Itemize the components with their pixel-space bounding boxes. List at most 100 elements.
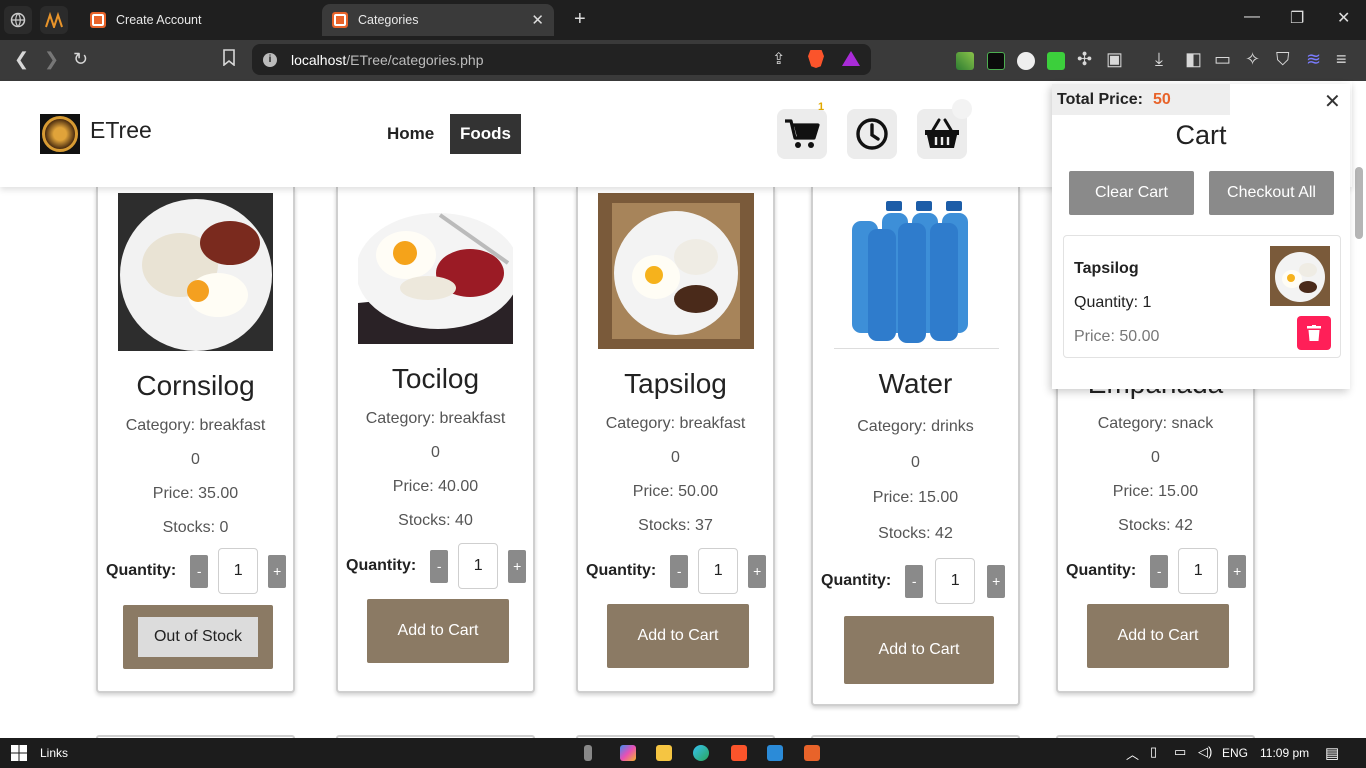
globe-icon <box>10 12 26 28</box>
pinned-tab[interactable] <box>40 6 68 34</box>
extension-terminal-icon[interactable] <box>987 52 1005 70</box>
pinned-site-icon <box>45 12 63 28</box>
quantity-decrease-button[interactable]: - <box>430 549 449 583</box>
copilot-icon[interactable] <box>620 745 636 761</box>
product-count: 0 <box>431 444 440 461</box>
bookmark-icon[interactable] <box>222 49 236 71</box>
speaker-app-icon[interactable] <box>584 745 592 761</box>
product-name: Cornsilog <box>136 370 255 401</box>
site-info-icon[interactable]: i <box>263 52 277 67</box>
quantity-label: Quantity: <box>106 562 177 579</box>
product-stocks: Stocks: 40 <box>398 512 473 529</box>
product-price: Price: 15.00 <box>1112 483 1199 500</box>
quantity-input[interactable]: 1 <box>458 543 499 589</box>
page-scrollbar[interactable] <box>1352 81 1366 738</box>
tab-create-account[interactable]: Create Account <box>80 4 312 36</box>
menu-icon[interactable]: ≡ <box>1336 49 1347 70</box>
nav-foods[interactable]: Foods <box>450 114 521 154</box>
product-stocks: Stocks: 0 <box>162 519 229 536</box>
wallet-icon[interactable]: ▭ <box>1214 49 1231 70</box>
history-button[interactable] <box>847 109 897 159</box>
quantity-increase-button[interactable]: + <box>1228 554 1247 588</box>
quantity-decrease-button[interactable]: - <box>1150 554 1169 588</box>
checkout-all-button[interactable]: Checkout All <box>1209 171 1334 215</box>
quantity-decrease-button[interactable]: - <box>190 554 209 588</box>
out-of-stock-button[interactable]: Out of Stock <box>123 605 273 669</box>
basket-badge <box>952 99 972 119</box>
new-tab-button[interactable]: + <box>574 8 586 31</box>
quantity-increase-button[interactable]: + <box>748 554 767 588</box>
links-toolbar-label[interactable]: Links <box>40 746 68 760</box>
clear-cart-button[interactable]: Clear Cart <box>1069 171 1194 215</box>
edge-icon[interactable] <box>693 745 709 761</box>
cart-item-name: Tapsilog <box>1074 260 1139 277</box>
tray-chevron-icon[interactable]: ︿ <box>1126 744 1139 763</box>
product-count: 0 <box>1151 449 1160 466</box>
leo-icon[interactable]: ✧ <box>1245 49 1260 70</box>
file-explorer-icon[interactable] <box>656 745 672 761</box>
quantity-label: Quantity: <box>346 557 417 574</box>
quantity-input[interactable]: 1 <box>218 548 259 594</box>
nav-home[interactable]: Home <box>377 114 444 154</box>
quantity-label: Quantity: <box>821 572 892 589</box>
close-window-button[interactable]: ✕ <box>1337 8 1350 28</box>
product-category: Category: drinks <box>857 418 974 435</box>
volume-icon[interactable]: ◁) <box>1198 744 1212 760</box>
brave-rewards-icon[interactable] <box>842 51 860 66</box>
browser-tab-bar: Create Account Categories ✕ + — ❐ ✕ <box>0 0 1366 40</box>
back-icon[interactable]: ❮ <box>14 49 29 70</box>
forward-icon[interactable]: ❯ <box>44 49 59 70</box>
download-icon[interactable]: ⤓ <box>1155 49 1163 70</box>
add-to-cart-button[interactable]: Add to Cart <box>607 604 749 668</box>
quantity-decrease-button[interactable]: - <box>670 554 689 588</box>
cart-button[interactable] <box>777 109 827 159</box>
clock-time[interactable]: 11:09 pm <box>1260 746 1309 760</box>
xampp-taskbar-icon[interactable] <box>804 745 820 761</box>
product-card: Tocilog Category: breakfast 0 Price: 40.… <box>336 187 535 693</box>
extension-dice-icon[interactable] <box>1047 52 1065 70</box>
sidebar-icon[interactable]: ◧ <box>1185 49 1202 70</box>
add-to-cart-button[interactable]: Add to Cart <box>367 599 509 663</box>
product-category: Category: breakfast <box>125 417 266 434</box>
quantity-increase-button[interactable]: + <box>987 564 1006 598</box>
reload-icon[interactable]: ↻ <box>73 49 88 70</box>
product-category: Category: snack <box>1097 415 1214 432</box>
reader-icon[interactable]: ▣ <box>1106 49 1123 70</box>
extensions-puzzle-icon[interactable]: ✣ <box>1077 49 1092 70</box>
site-brand[interactable]: ETree <box>90 117 152 144</box>
language-indicator[interactable]: ENG <box>1222 746 1248 760</box>
extension-chart-icon[interactable] <box>956 52 974 70</box>
cart-title: Cart <box>1175 120 1227 150</box>
quantity-increase-button[interactable]: + <box>268 554 287 588</box>
delete-item-button[interactable] <box>1297 316 1331 350</box>
cart-item-quantity: Quantity: 1 <box>1074 294 1152 311</box>
quantity-input[interactable]: 1 <box>698 548 739 594</box>
quantity-row: Quantity: - 1 + <box>346 543 527 589</box>
add-to-cart-button[interactable]: Add to Cart <box>1087 604 1229 668</box>
battery-icon[interactable]: ▯ <box>1150 744 1157 760</box>
quantity-input[interactable]: 1 <box>935 558 976 604</box>
extension-game-icon[interactable] <box>1017 52 1035 70</box>
windows-start-icon[interactable] <box>11 745 27 761</box>
profile-button[interactable] <box>4 6 32 34</box>
minimize-button[interactable]: — <box>1244 8 1260 26</box>
tab-categories[interactable]: Categories ✕ <box>322 4 554 36</box>
product-price: Price: 35.00 <box>152 485 239 502</box>
share-icon[interactable]: ⇪ <box>772 49 785 69</box>
close-tab-icon[interactable]: ✕ <box>531 11 544 29</box>
quantity-label: Quantity: <box>586 562 657 579</box>
brave-taskbar-icon[interactable] <box>731 745 747 761</box>
quantity-decrease-button[interactable]: - <box>905 564 924 598</box>
scrollbar-thumb[interactable] <box>1355 167 1363 239</box>
quantity-input[interactable]: 1 <box>1178 548 1219 594</box>
vscode-icon[interactable] <box>767 745 783 761</box>
add-to-cart-button[interactable]: Add to Cart <box>844 616 994 684</box>
notifications-icon[interactable]: ▤ <box>1325 744 1339 762</box>
network-icon[interactable]: ▭ <box>1174 744 1186 760</box>
vpn-shield-icon[interactable]: ⛉ <box>1276 49 1290 70</box>
extension-stack-icon[interactable]: ≋ <box>1306 49 1321 70</box>
quantity-increase-button[interactable]: + <box>508 549 527 583</box>
close-cart-icon[interactable]: ✕ <box>1324 89 1341 114</box>
site-logo[interactable] <box>40 114 80 154</box>
restore-button[interactable]: ❐ <box>1290 8 1304 28</box>
